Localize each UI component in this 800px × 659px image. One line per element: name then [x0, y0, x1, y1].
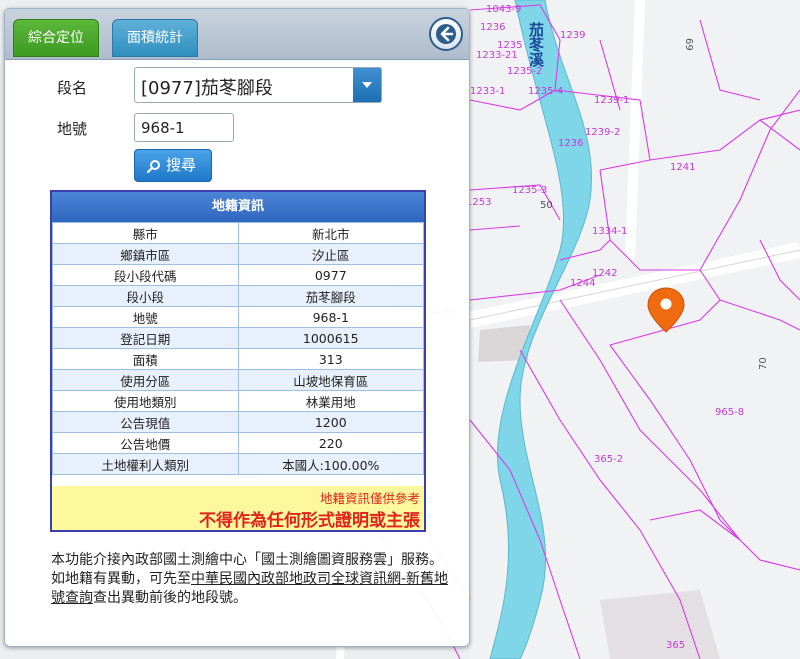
cadastral-info-table: 縣市 新北市 鄉鎮市區 汐止區 段小段代碼 0977 段小段 茄苳腳段 地號 968-1 登記日期 1… [52, 222, 424, 475]
svg-text:1244: 1244 [570, 278, 595, 289]
disclaimer-notice: 地籍資訊僅供參考 不得作為任何形式證明或主張 [52, 486, 424, 531]
info-value: 313 [237, 348, 424, 370]
description-line-2-prefix: 如地籍有異動，可先至 [51, 571, 191, 587]
search-button[interactable]: 搜尋 [134, 149, 212, 182]
info-row: 縣市 新北市 [52, 222, 424, 244]
info-value: 本國人:100.00% [237, 453, 424, 475]
lot-number-input[interactable] [134, 113, 234, 142]
disclaimer-big-text: 不得作為任何形式證明或主張 [199, 511, 420, 531]
svg-text:1235-3: 1235-3 [512, 185, 547, 196]
disclaimer-small-text: 地籍資訊僅供參考 [319, 491, 420, 506]
description-line-2: 如地籍有異動，可先至中華民國內政部地政司全球資訊網-新舊地號查詢查出異動前後的地… [51, 570, 451, 608]
svg-text:1236: 1236 [558, 138, 583, 149]
svg-text:1241: 1241 [670, 162, 695, 173]
cadastral-info-box: 地籍資訊 縣市 新北市 鄉鎮市區 汐止區 段小段代碼 0977 段小段 茄苳腳段 地號 968-1… [50, 190, 426, 532]
svg-text:1043-9: 1043-9 [486, 4, 521, 15]
info-value: 茄苳腳段 [237, 285, 424, 307]
info-row: 地號 968-1 [52, 306, 424, 328]
tab-bar: 綜合定位 面積統計 [5, 9, 469, 60]
info-row: 段小段代碼 0977 [52, 264, 424, 286]
info-value: 220 [237, 432, 424, 454]
svg-text:1239: 1239 [560, 30, 585, 41]
info-row: 段小段 茄苳腳段 [52, 285, 424, 307]
arrow-left-icon [436, 24, 456, 44]
svg-text:1235-4: 1235-4 [528, 86, 563, 97]
info-key: 使用分區 [52, 369, 239, 391]
svg-text:1236: 1236 [480, 22, 505, 33]
svg-text:1239-2: 1239-2 [585, 127, 620, 138]
svg-text:1233-1: 1233-1 [470, 86, 505, 97]
svg-text:1233-21: 1233-21 [476, 50, 518, 61]
info-row: 面積 313 [52, 348, 424, 370]
chevron-down-icon [362, 82, 372, 88]
section-label: 段名 [57, 79, 88, 97]
info-key: 縣市 [52, 222, 239, 244]
description-line-2-suffix: 查出異動前後的地段號。 [93, 590, 247, 606]
svg-text:1239-1: 1239-1 [594, 95, 629, 106]
info-value: 1200 [237, 411, 424, 433]
section-select[interactable]: [0977]茄苳腳段 [134, 67, 382, 103]
dropdown-button[interactable] [353, 68, 381, 102]
info-value: 山坡地保育區 [237, 369, 424, 391]
svg-text:1334-1: 1334-1 [592, 226, 627, 237]
info-row: 公告地價 220 [52, 432, 424, 454]
info-value: 0977 [237, 264, 424, 286]
lot-label: 地號 [57, 120, 88, 138]
info-key: 登記日期 [52, 327, 239, 349]
svg-text:965-8: 965-8 [715, 407, 744, 418]
info-key: 使用地類別 [52, 390, 239, 412]
tab-combined-locate[interactable]: 綜合定位 [13, 19, 99, 57]
info-key: 公告地價 [52, 432, 239, 454]
svg-text:69: 69 [683, 38, 694, 51]
tab-area-statistics[interactable]: 面積統計 [112, 19, 198, 57]
search-button-label: 搜尋 [166, 156, 197, 174]
land-query-panel: 綜合定位 面積統計 段名 [0977]茄苳腳段 地號 搜尋 地籍資訊 縣市新北市… [4, 8, 470, 647]
info-key: 地號 [52, 306, 239, 328]
svg-text:365: 365 [666, 640, 685, 651]
info-row: 鄉鎮市區 汐止區 [52, 243, 424, 265]
info-key: 段小段 [52, 285, 239, 307]
info-value: 968-1 [237, 306, 424, 328]
info-key: 土地權利人類別 [52, 453, 239, 475]
search-icon [147, 160, 160, 173]
info-row: 公告現值 1200 [52, 411, 424, 433]
service-description: 本功能介接內政部國土測繪中心「國土測繪圖資服務雲」服務。 如地籍有異動，可先至中… [51, 551, 451, 608]
back-button[interactable] [429, 17, 463, 51]
svg-text:1242: 1242 [592, 268, 617, 279]
info-row: 土地權利人類別 本國人:100.00% [52, 453, 424, 475]
info-value: 1000615 [237, 327, 424, 349]
section-select-value: [0977]茄苳腳段 [141, 78, 273, 99]
svg-text:1235-2: 1235-2 [507, 66, 542, 77]
info-key: 段小段代碼 [52, 264, 239, 286]
info-value: 林業用地 [237, 390, 424, 412]
info-key: 鄉鎮市區 [52, 243, 239, 265]
info-key: 公告現值 [52, 411, 239, 433]
cadastral-info-title: 地籍資訊 [52, 192, 424, 222]
info-row: 登記日期 1000615 [52, 327, 424, 349]
river-name-label: 茄苳溪 [527, 21, 545, 68]
svg-text:50: 50 [540, 200, 553, 211]
info-value: 新北市 [237, 222, 424, 244]
description-line-1: 本功能介接內政部國土測繪中心「國土測繪圖資服務雲」服務。 [51, 552, 443, 568]
svg-text:70: 70 [758, 357, 769, 370]
info-key: 面積 [52, 348, 239, 370]
info-value: 汐止區 [237, 243, 424, 265]
info-row: 使用分區 山坡地保育區 [52, 369, 424, 391]
info-row: 使用地類別 林業用地 [52, 390, 424, 412]
svg-text:365-2: 365-2 [594, 454, 623, 465]
